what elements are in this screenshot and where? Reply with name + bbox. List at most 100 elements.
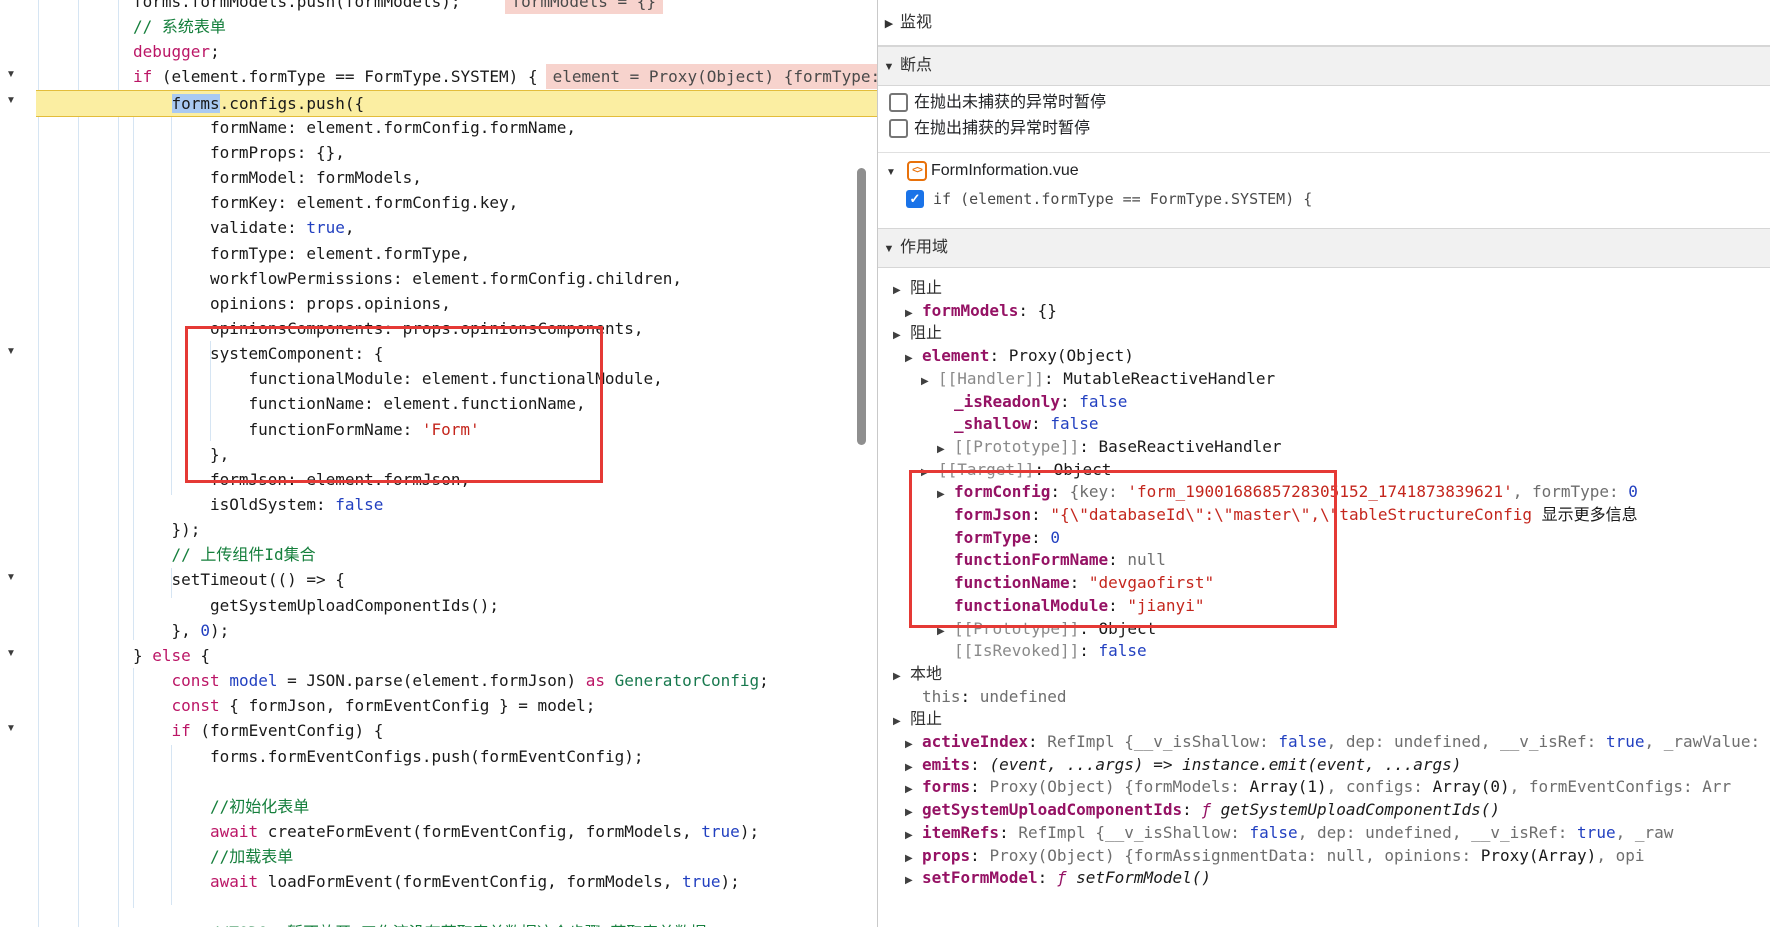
chevron-down-icon[interactable]: ▼ bbox=[878, 160, 904, 186]
code-line[interactable]: if (element.formType == FormType.SYSTEM)… bbox=[0, 64, 877, 89]
breakpoint-file-name: FormInformation.vue bbox=[931, 158, 1079, 184]
code-line[interactable] bbox=[0, 769, 877, 794]
scope-row[interactable]: ▶[[Handler]]: MutableReactiveHandler bbox=[921, 368, 1770, 390]
code-line[interactable]: debugger; bbox=[0, 39, 877, 64]
code-line[interactable]: //初始化表单 bbox=[0, 794, 877, 819]
disclosure-triangle[interactable]: ▶ bbox=[893, 280, 910, 299]
code-line[interactable]: }, 0); bbox=[0, 618, 877, 643]
chevron-down-icon: ▼ bbox=[878, 48, 900, 86]
breakpoint-entry[interactable]: ✓ if (element.formType == FormType.SYSTE… bbox=[878, 186, 1770, 212]
scope-token: 阻止 bbox=[910, 711, 942, 728]
code-token bbox=[605, 671, 615, 690]
code-token: forms.formModels.push(formModels); bbox=[133, 0, 461, 11]
code-line[interactable]: //TODO: 暂不放开 工作流没有获取表单数据这个步骤 获取表单数据 bbox=[0, 920, 877, 927]
code-fold-arrow-icon[interactable]: ▼ bbox=[4, 69, 18, 80]
code-line[interactable]: workflowPermissions: element.formConfig.… bbox=[0, 266, 877, 291]
code-line[interactable]: // 系统表单 bbox=[0, 14, 877, 39]
disclosure-triangle[interactable]: ▶ bbox=[937, 439, 954, 458]
disclosure-triangle[interactable]: ▶ bbox=[905, 848, 922, 867]
scope-row[interactable]: ▶getSystemUploadComponentIds: ƒ getSyste… bbox=[905, 799, 1770, 821]
scope-row[interactable]: ▶emits: (event, ...args) => instance.emi… bbox=[905, 754, 1770, 776]
code-line[interactable]: // 上传组件Id集合 bbox=[0, 542, 877, 567]
scope-row[interactable]: ▶itemRefs: RefImpl {__v_isShallow: false… bbox=[905, 822, 1770, 844]
scope-section-row[interactable]: ▶阻止 bbox=[893, 277, 1770, 299]
code-fold-arrow-icon[interactable]: ▼ bbox=[4, 95, 18, 106]
scope-row[interactable]: ▶forms: Proxy(Object) {formModels: Array… bbox=[905, 776, 1770, 798]
scope-row[interactable]: ▶props: Proxy(Object) {formAssignmentDat… bbox=[905, 845, 1770, 867]
scope-token: : bbox=[999, 823, 1018, 842]
breakpoint-file-entry[interactable]: ▼ <> FormInformation.vue bbox=[878, 158, 1770, 184]
code-line[interactable]: await createFormEvent(formEventConfig, f… bbox=[0, 819, 877, 844]
disclosure-triangle[interactable]: ▶ bbox=[921, 371, 938, 390]
disclosure-triangle[interactable]: ▶ bbox=[905, 870, 922, 889]
code-line[interactable]: formKey: element.formConfig.key, bbox=[0, 190, 877, 215]
scope-row[interactable]: ▶setFormModel: ƒ setFormModel() bbox=[905, 867, 1770, 889]
code-line[interactable]: } else { bbox=[0, 643, 877, 668]
code-fold-arrow-icon[interactable]: ▼ bbox=[4, 572, 18, 583]
disclosure-triangle[interactable]: ▶ bbox=[905, 779, 922, 798]
pause-uncaught-checkbox[interactable] bbox=[889, 93, 908, 112]
scope-token: false bbox=[1099, 641, 1147, 660]
scope-row[interactable]: ▶formModels: {} bbox=[905, 300, 1770, 322]
editor-scrollbar-thumb[interactable] bbox=[857, 168, 866, 445]
code-line[interactable]: formModel: formModels, bbox=[0, 165, 877, 190]
pause-caught-checkbox[interactable] bbox=[889, 119, 908, 138]
divider bbox=[878, 152, 1770, 153]
code-line[interactable]: formProps: {}, bbox=[0, 140, 877, 165]
code-line[interactable]: getSystemUploadComponentIds(); bbox=[0, 593, 877, 618]
code-line[interactable]: setTimeout(() => { bbox=[0, 567, 877, 592]
disclosure-triangle[interactable]: ▶ bbox=[905, 303, 922, 322]
code-line[interactable]: }); bbox=[0, 517, 877, 542]
scope-token: (event, ...args) => instance.emit(event,… bbox=[989, 755, 1461, 774]
scope-row[interactable]: _shallow: false bbox=[937, 413, 1770, 435]
code-fold-arrow-icon[interactable]: ▼ bbox=[4, 346, 18, 357]
scope-token: : bbox=[961, 687, 980, 706]
code-token: //加载表单 bbox=[210, 847, 293, 866]
editor-pane[interactable]: forms.formModels.push(formModels); formMo… bbox=[0, 0, 877, 927]
breakpoint-enabled-checkbox[interactable]: ✓ bbox=[906, 190, 924, 208]
scope-section-row[interactable]: ▶阻止 bbox=[893, 322, 1770, 344]
code-line[interactable]: isOldSystem: false bbox=[0, 492, 877, 517]
code-fold-arrow-icon[interactable]: ▼ bbox=[4, 723, 18, 734]
disclosure-triangle[interactable]: ▶ bbox=[905, 734, 922, 753]
scope-row[interactable]: ▶element: Proxy(Object) bbox=[905, 345, 1770, 367]
watch-section-header[interactable]: ▶监视 bbox=[878, 0, 1770, 46]
scope-token: getSystemUploadComponentIds() bbox=[1221, 800, 1500, 819]
disclosure-triangle[interactable]: ▶ bbox=[905, 757, 922, 776]
scope-section-header[interactable]: ▼作用域 bbox=[878, 228, 1770, 268]
scope-row[interactable]: ▶activeIndex: RefImpl {__v_isShallow: fa… bbox=[905, 731, 1770, 753]
code-token: formType: element.formType, bbox=[210, 244, 470, 263]
code-line[interactable]: await loadFormEvent(formEventConfig, for… bbox=[0, 869, 877, 894]
breakpoints-section-header[interactable]: ▼断点 bbox=[878, 46, 1770, 86]
scope-row[interactable]: _isReadonly: false bbox=[937, 391, 1770, 413]
scope-section-row[interactable]: ▶本地 bbox=[893, 663, 1770, 685]
disclosure-triangle[interactable]: ▶ bbox=[893, 711, 910, 730]
scope-section-row[interactable]: ▶阻止 bbox=[893, 708, 1770, 730]
scope-row[interactable]: this: undefined bbox=[905, 686, 1770, 708]
code-line[interactable]: //加载表单 bbox=[0, 844, 877, 869]
code-line[interactable]: forms.formEventConfigs.push(formEventCon… bbox=[0, 744, 877, 769]
code-fold-arrow-icon[interactable]: ▼ bbox=[4, 648, 18, 659]
scope-row[interactable]: [[IsRevoked]]: false bbox=[937, 640, 1770, 662]
code-token: const bbox=[172, 671, 220, 690]
code-line[interactable]: opinions: props.opinions, bbox=[0, 291, 877, 316]
code-line[interactable]: validate: true, bbox=[0, 215, 877, 240]
disclosure-triangle[interactable]: ▶ bbox=[905, 825, 922, 844]
code-line[interactable]: const { formJson, formEventConfig } = mo… bbox=[0, 693, 877, 718]
code-line[interactable]: const model = JSON.parse(element.formJso… bbox=[0, 668, 877, 693]
disclosure-triangle[interactable]: ▶ bbox=[905, 348, 922, 367]
code-line[interactable] bbox=[0, 894, 877, 919]
code-line[interactable]: forms.formModels.push(formModels);formMo… bbox=[0, 0, 877, 14]
disclosure-triangle[interactable]: ▶ bbox=[905, 802, 922, 821]
current-line-highlight[interactable]: forms.configs.push({ bbox=[36, 90, 877, 117]
disclosure-triangle[interactable]: ▶ bbox=[893, 666, 910, 685]
scope-token: element bbox=[922, 346, 989, 365]
scope-token: : bbox=[1038, 868, 1057, 887]
breakpoints-section-label: 断点 bbox=[900, 57, 932, 74]
code-line[interactable]: if (formEventConfig) { bbox=[0, 718, 877, 743]
scope-row[interactable]: ▶[[Prototype]]: BaseReactiveHandler bbox=[937, 436, 1770, 458]
disclosure-triangle[interactable]: ▶ bbox=[893, 325, 910, 344]
code-line[interactable]: formName: element.formConfig.formName, bbox=[0, 115, 877, 140]
annotation-rectangle-editor bbox=[185, 326, 603, 483]
code-line[interactable]: formType: element.formType, bbox=[0, 241, 877, 266]
